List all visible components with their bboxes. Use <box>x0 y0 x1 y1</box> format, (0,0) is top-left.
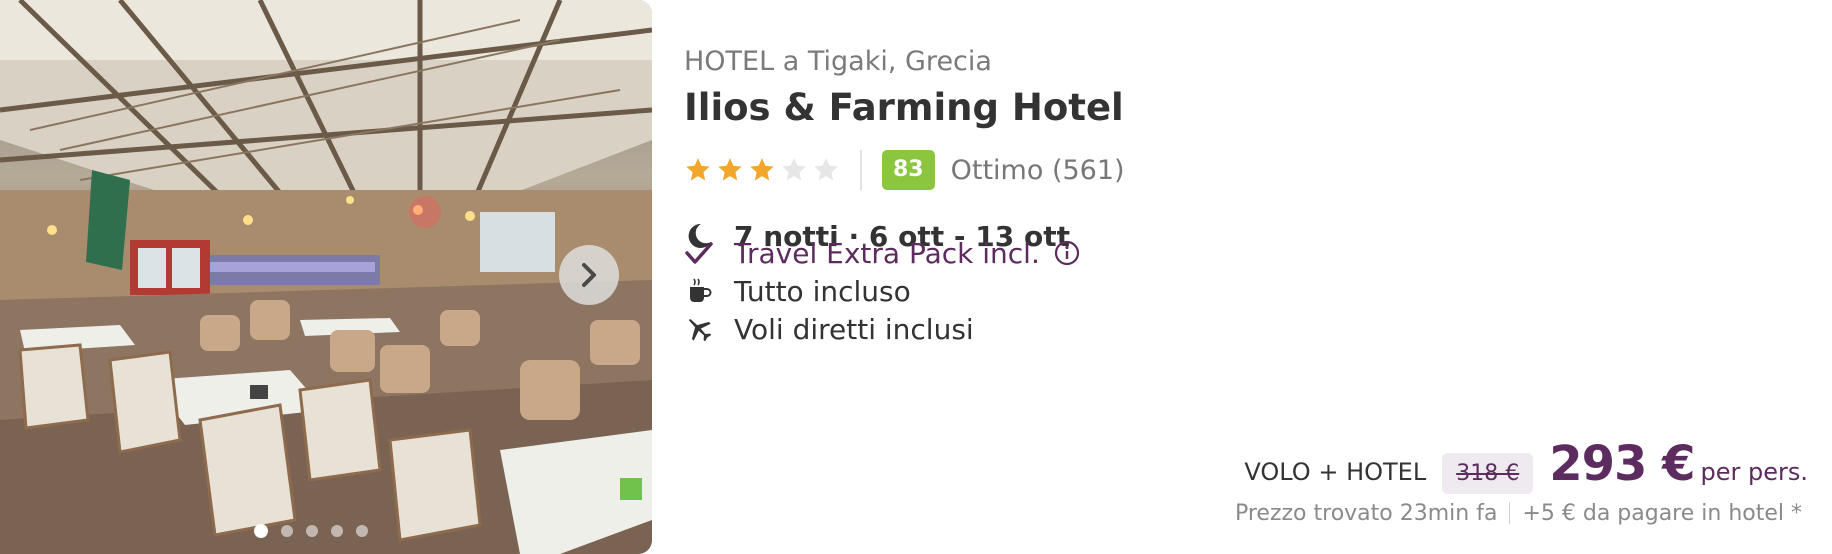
chevron-right-icon <box>582 263 596 287</box>
restaurant-photo <box>0 0 652 554</box>
photo-dot-1[interactable] <box>254 524 268 538</box>
feature-flights: Voli diretti inclusi <box>684 311 974 347</box>
review-score-badge: 83 <box>882 150 935 190</box>
check-icon <box>685 242 713 264</box>
photo-pagination <box>254 524 368 538</box>
product-type-label: VOLO + HOTEL <box>1244 458 1427 486</box>
price-row: VOLO + HOTEL 318 € 293 € per pers. <box>1244 436 1809 494</box>
rating-divider <box>860 150 862 190</box>
feature-extra-pack: Travel Extra Pack incl. <box>684 235 1080 271</box>
hotel-type-location: HOTEL a Tigaki, Grecia <box>684 46 992 77</box>
price-found-time: Prezzo trovato 23min fa <box>1234 500 1498 526</box>
plane-icon <box>689 319 712 342</box>
star-rating <box>684 156 840 184</box>
star-filled-icon <box>750 158 774 181</box>
feature-board: Tutto incluso <box>684 273 911 309</box>
star-filled-icon <box>718 158 742 181</box>
hotel-fee-note: +5 € da pagare in hotel * <box>1522 500 1802 526</box>
review-score-label[interactable]: Ottimo (561) <box>951 155 1125 186</box>
star-filled-icon <box>686 158 710 181</box>
star-empty-icon <box>814 158 838 181</box>
old-price: 318 € <box>1442 453 1534 494</box>
current-price[interactable]: 293 € <box>1549 436 1695 492</box>
rating-row: 83 Ottimo (561) <box>684 150 1125 190</box>
star-empty-icon <box>782 158 806 181</box>
feature-board-label: Tutto incluso <box>734 274 911 308</box>
feature-extra-pack-label: Travel Extra Pack incl. <box>734 236 1040 270</box>
photo-dot-2[interactable] <box>281 525 293 537</box>
photo-dot-4[interactable] <box>331 525 343 537</box>
extra-pack-info-button[interactable] <box>1054 240 1080 266</box>
footnote-divider <box>1509 502 1511 524</box>
photo-dot-3[interactable] <box>306 525 318 537</box>
per-person-label: per pers. <box>1700 458 1809 486</box>
next-photo-button[interactable] <box>559 245 619 305</box>
info-icon <box>1054 240 1079 266</box>
cup-icon <box>690 278 712 302</box>
hotel-info: HOTEL a Tigaki, Grecia Ilios & Farming H… <box>684 0 1814 554</box>
hotel-photo[interactable] <box>0 0 652 554</box>
photo-dot-5[interactable] <box>356 525 368 537</box>
price-footnote: Prezzo trovato 23min fa +5 € da pagare i… <box>1235 498 1802 528</box>
offer-card[interactable]: HOTEL a Tigaki, Grecia Ilios & Farming H… <box>0 0 1832 554</box>
feature-flights-label: Voli diretti inclusi <box>734 312 974 346</box>
hotel-name[interactable]: Ilios & Farming Hotel <box>684 86 1124 129</box>
